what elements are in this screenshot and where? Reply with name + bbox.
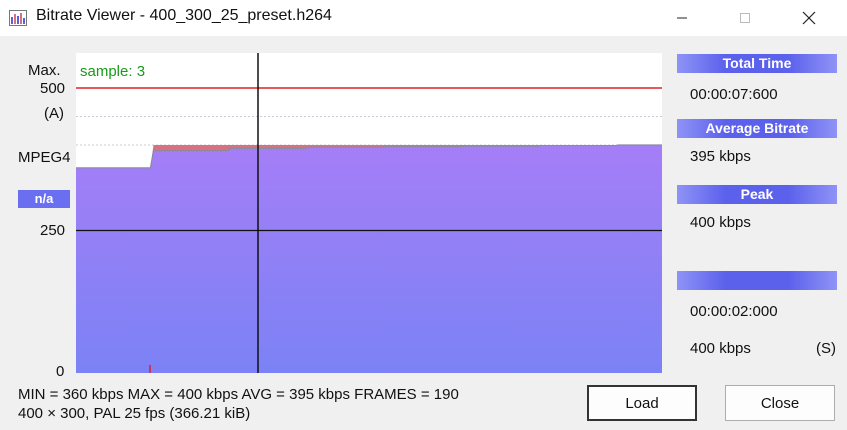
bitrate-chart-svg[interactable]: sample: 3	[76, 53, 662, 373]
y-label-500: 500	[40, 80, 66, 97]
sample-label: sample: 3	[80, 63, 145, 80]
close-button[interactable]: Close	[725, 385, 835, 421]
average-bitrate-value: 395 kbps	[690, 148, 751, 165]
peak-value: 400 kbps	[690, 214, 751, 231]
bitrate-chart[interactable]: sample: 3	[76, 53, 662, 373]
minimize-button[interactable]	[659, 0, 705, 36]
y-label-max: Max.	[28, 62, 61, 79]
maximize-icon	[740, 13, 750, 23]
cursor-info-header	[677, 271, 837, 290]
y-label-250: 250	[40, 222, 66, 239]
minimize-icon	[677, 17, 687, 19]
bitrate-area	[76, 145, 662, 373]
na-badge: n/a	[18, 190, 70, 208]
stats-line-2: 400 × 300, PAL 25 fps (366.21 kiB)	[18, 405, 251, 422]
total-time-header: Total Time	[677, 54, 837, 73]
y-label-a: (A)	[44, 105, 64, 122]
cursor-time-value: 00:00:02:000	[690, 303, 778, 320]
total-time-value: 00:00:07:600	[690, 86, 778, 103]
title-bar: Bitrate Viewer - 400_300_25_preset.h264	[0, 0, 847, 36]
cursor-suffix: (S)	[816, 340, 836, 357]
window-title: Bitrate Viewer - 400_300_25_preset.h264	[36, 7, 332, 24]
close-icon	[802, 11, 816, 25]
codec-label: MPEG4	[18, 149, 71, 166]
close-window-button[interactable]	[786, 0, 832, 36]
stats-line-1: MIN = 360 kbps MAX = 400 kbps AVG = 395 …	[18, 386, 459, 403]
cursor-bitrate-value: 400 kbps	[690, 340, 751, 357]
maximize-button[interactable]	[722, 0, 768, 36]
y-label-0: 0	[56, 363, 65, 380]
app-icon	[9, 10, 27, 26]
peak-header: Peak	[677, 185, 837, 204]
average-bitrate-header: Average Bitrate	[677, 119, 837, 138]
load-button[interactable]: Load	[587, 385, 697, 421]
